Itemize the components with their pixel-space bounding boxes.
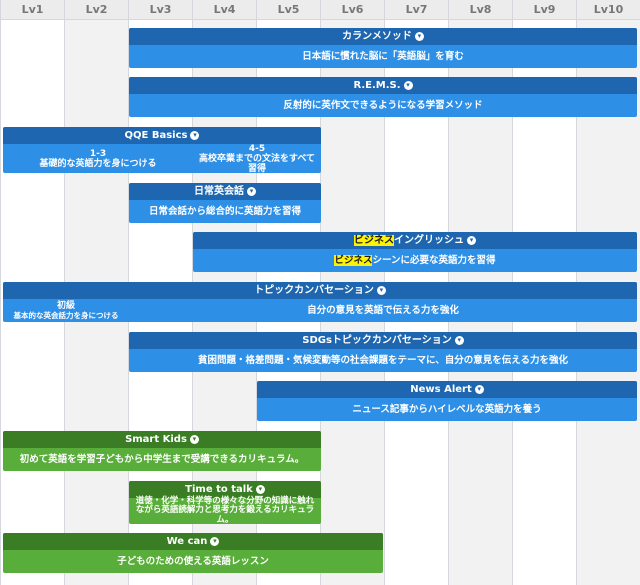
course-title: SDGsトピックカンバセーション [302, 335, 452, 346]
course-title: News Alert [410, 384, 472, 395]
course-header: Smart Kids ▾ [3, 431, 321, 448]
course-news-alert[interactable]: News Alert ▾ ニュース記事からハイレベルな英語力を養う [257, 381, 637, 421]
info-circle-icon[interactable]: ▾ [189, 434, 199, 444]
course-header: SDGsトピックカンバセーション ▾ [129, 332, 637, 349]
course-rems[interactable]: R.E.M.S. ▾ 反射的に英作文できるようになる学習メソッド [129, 77, 637, 117]
course-description: 日常会話から総合的に英語力を習得 [148, 206, 301, 217]
course-title: イングリッシュ [394, 235, 464, 246]
level-range: 1-3 [89, 148, 107, 159]
topic-beginner-part: 初級 基本的な英会話力を身につける [3, 299, 129, 322]
course-callan-method[interactable]: カランメソッド ▾ 日本語に慣れた脳に「英語脳」を育む [129, 28, 637, 68]
level-header-lv9: Lv9 [512, 0, 576, 20]
course-sdgs-topic-conversation[interactable]: SDGsトピックカンバセーション ▾ 貧困問題・格差問題・気候変動等の社会課題をテ… [129, 332, 637, 372]
info-circle-icon[interactable]: ▾ [247, 186, 256, 196]
course-description: ビジネス シーンに必要な英語力を習得 [193, 249, 637, 272]
course-level-chart: Lv1 Lv2 Lv3 Lv4 Lv5 Lv6 Lv7 Lv8 Lv9 Lv10… [0, 0, 640, 585]
level-header-lv8: Lv8 [448, 0, 512, 20]
info-circle-icon[interactable]: ▾ [403, 80, 413, 90]
beginner-description: 基本的な英会話力を身につける [13, 311, 119, 320]
course-description: ニュース記事からハイレベルな英語力を養う [352, 404, 542, 415]
course-header: カランメソッド ▾ [129, 28, 637, 45]
level-header-lv2: Lv2 [64, 0, 128, 20]
info-circle-icon[interactable]: ▾ [474, 384, 484, 394]
part-description: 高校卒業までの文法をすべて習得 [198, 153, 315, 174]
course-time-to-talk[interactable]: Time to talk ▾ 道徳・化学・科学等の様々な分野の知識に触れながら英語… [129, 481, 321, 524]
course-topic-conversation[interactable]: トピックカンバセーション ▾ 初級 基本的な英会話力を身につける 自分の意見を英語… [3, 282, 637, 322]
qqe-part-1: 1-3 基礎的な英語力を身につける [3, 144, 193, 173]
course-title: Smart Kids [125, 434, 187, 445]
course-title: 日常英会話 [194, 186, 244, 197]
course-header: 日常英会話 ▾ [129, 183, 321, 200]
level-header-lv6: Lv6 [320, 0, 384, 20]
level-range: 4-5 [248, 143, 266, 154]
level-header-lv4: Lv4 [192, 0, 256, 20]
info-circle-icon[interactable]: ▾ [467, 235, 476, 245]
keyword-highlight: ビジネス [334, 255, 373, 266]
part-description: 基礎的な英語力を身につける [39, 158, 157, 169]
beginner-label: 初級 [56, 301, 75, 311]
course-description: 子どものための使える英語レッスン [117, 556, 269, 567]
course-title: トピックカンバセーション [254, 285, 374, 296]
course-description: 反射的に英作文できるようになる学習メソッド [283, 100, 483, 111]
course-header: トピックカンバセーション ▾ [3, 282, 637, 299]
course-title: We can [166, 536, 208, 547]
course-header: ビジネスイングリッシュ ▾ [193, 232, 637, 249]
level-header-lv1: Lv1 [0, 0, 64, 20]
course-we-can[interactable]: We can ▾ 子どものための使える英語レッスン [3, 533, 383, 573]
level-header-lv5: Lv5 [256, 0, 320, 20]
course-daily-conversation[interactable]: 日常英会話 ▾ 日常会話から総合的に英語力を習得 [129, 183, 321, 223]
level-header-lv3: Lv3 [128, 0, 192, 20]
course-qqe-basics[interactable]: QQE Basics ▾ 1-3 基礎的な英語力を身につける 4-5 高校卒業まで… [3, 127, 321, 173]
course-description: 日本語に慣れた脳に「英語脳」を育む [302, 51, 464, 62]
info-circle-icon[interactable]: ▾ [255, 484, 265, 494]
info-circle-icon[interactable]: ▾ [414, 31, 424, 41]
course-business-english[interactable]: ビジネスイングリッシュ ▾ ビジネス シーンに必要な英語力を習得 [193, 232, 637, 272]
course-description: 自分の意見を英語で伝える力を強化 [307, 305, 459, 316]
keyword-highlight: ビジネス [354, 235, 394, 246]
info-circle-icon[interactable]: ▾ [454, 335, 464, 345]
course-description: 貧困問題・格差問題・気候変動等の社会課題をテーマに、自分の意見を伝える力を強化 [198, 355, 568, 366]
course-title: Time to talk [185, 484, 253, 495]
course-header: QQE Basics ▾ [3, 127, 321, 144]
info-circle-icon[interactable]: ▾ [210, 536, 220, 546]
info-circle-icon[interactable]: ▾ [190, 130, 200, 140]
course-header: News Alert ▾ [257, 381, 637, 398]
course-description: 道徳・化学・科学等の様々な分野の知識に触れながら英語読解力と思考力を鍛えるカリキ… [135, 495, 315, 524]
course-title: カランメソッド [342, 31, 412, 42]
description-text: シーンに必要な英語力を習得 [372, 255, 496, 266]
level-header-lv7: Lv7 [384, 0, 448, 20]
course-description: 初めて英語を学習子どもから中学生まで受講できるカリキュラム。 [19, 454, 305, 465]
course-title: QQE Basics [124, 130, 188, 141]
course-smart-kids[interactable]: Smart Kids ▾ 初めて英語を学習子どもから中学生まで受講できるカリキュラ… [3, 431, 321, 471]
level-header-lv10: Lv10 [576, 0, 640, 20]
qqe-part-2: 4-5 高校卒業までの文法をすべて習得 [193, 143, 321, 174]
info-circle-icon[interactable]: ▾ [376, 285, 386, 295]
course-header: We can ▾ [3, 533, 383, 550]
course-header: R.E.M.S. ▾ [129, 77, 637, 94]
course-title: R.E.M.S. [353, 80, 401, 91]
